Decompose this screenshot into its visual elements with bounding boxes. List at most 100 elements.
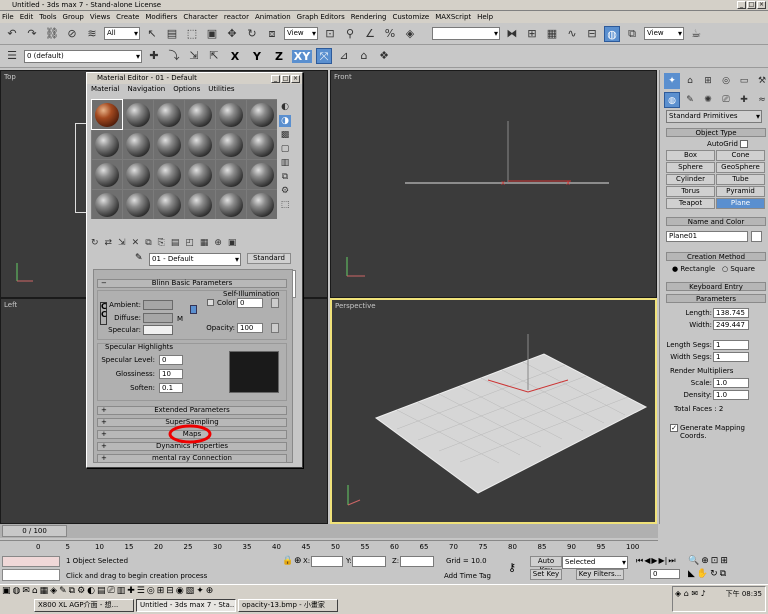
sample-slot[interactable] xyxy=(123,160,153,189)
key-filters-button[interactable]: Key Filters... xyxy=(576,569,624,580)
zoom-extents-all-icon[interactable]: ⊞ xyxy=(720,556,728,566)
ik-icon[interactable]: ⊿ xyxy=(336,48,352,64)
mirror-icon[interactable]: ⧓ xyxy=(504,26,520,42)
curve-editor-icon[interactable]: ∿ xyxy=(564,26,580,42)
sample-slot[interactable] xyxy=(185,130,215,159)
menu-tools[interactable]: Tools xyxy=(39,13,56,21)
quick-launch-icon[interactable]: ✉ xyxy=(22,586,30,596)
next-frame-icon[interactable]: ▶| xyxy=(659,556,668,566)
percent-snap-icon[interactable]: % xyxy=(382,26,398,42)
material-editor-window[interactable]: Material Editor - 01 - Default _ □ × Mat… xyxy=(86,72,303,468)
menu-file[interactable]: File xyxy=(2,13,14,21)
lights-icon[interactable]: ✺ xyxy=(700,92,716,108)
viewport-front[interactable]: Front x x xyxy=(330,70,657,298)
autogrid-checkbox[interactable] xyxy=(740,140,748,148)
put-to-library-icon[interactable]: ▤ xyxy=(171,238,180,248)
quick-launch-icon[interactable]: ◎ xyxy=(147,586,155,596)
opacity-spinner[interactable]: 100 xyxy=(237,323,263,333)
close-button[interactable]: × xyxy=(757,1,766,9)
generate-mapping-checkbox[interactable]: ✓ xyxy=(670,424,678,432)
object-color-swatch[interactable] xyxy=(751,231,762,242)
absolute-mode-icon[interactable]: ⊕ xyxy=(294,556,302,566)
medit-menu-options[interactable]: Options xyxy=(173,85,200,95)
options-icon[interactable]: ⚙ xyxy=(279,185,291,197)
sample-slot[interactable] xyxy=(123,190,153,219)
quick-launch-icon[interactable]: ✦ xyxy=(196,586,204,596)
uv-tiling-icon[interactable]: ▢ xyxy=(279,143,291,155)
quick-render-icon[interactable]: ☕ xyxy=(688,26,704,42)
set-key-button[interactable]: Set Key xyxy=(530,569,562,580)
quick-launch-icon[interactable]: ▦ xyxy=(40,586,49,596)
opacity-map-button[interactable] xyxy=(271,323,279,333)
set-current-layer-icon[interactable]: ⇱ xyxy=(206,48,222,64)
schematic-icon[interactable]: ⊟ xyxy=(584,26,600,42)
select-icon[interactable]: ↖ xyxy=(144,26,160,42)
align-icon[interactable]: ⊞ xyxy=(524,26,540,42)
selection-filter-dropdown[interactable]: All xyxy=(104,27,140,40)
blinn-basic-rollout[interactable]: − Blinn Basic Parameters xyxy=(97,279,287,288)
quick-launch-icon[interactable]: ⎚ xyxy=(108,586,115,596)
quick-launch-icon[interactable]: ☰ xyxy=(137,586,145,596)
scale-icon[interactable]: ⧈ xyxy=(264,26,280,42)
medit-maximize-button[interactable]: □ xyxy=(281,75,290,83)
video-color-check-icon[interactable]: ▥ xyxy=(279,157,291,169)
link-icon[interactable]: ⛓ xyxy=(44,26,60,42)
show-end-result-icon[interactable]: ⊕ xyxy=(214,238,222,248)
track-bar[interactable]: 0 5 10 15 20 25 30 35 40 45 50 55 60 65 70 75 80 85 90 95 10… xyxy=(0,540,658,554)
object-name-field[interactable]: Plane01 xyxy=(666,231,748,242)
layer-dropdown[interactable]: 0 (default) xyxy=(24,49,142,63)
menu-help[interactable]: Help xyxy=(477,13,493,21)
menu-reactor[interactable]: reactor xyxy=(224,13,249,21)
material-effects-icon[interactable]: ◰ xyxy=(185,238,194,248)
sample-slot[interactable] xyxy=(216,190,246,219)
quick-launch-icon[interactable]: ◉ xyxy=(176,586,184,596)
show-map-icon[interactable]: ▦ xyxy=(200,238,209,248)
menu-modifiers[interactable]: Modifiers xyxy=(145,13,177,21)
tube-button[interactable]: Tube xyxy=(716,174,765,185)
select-by-material-icon[interactable]: ⬚ xyxy=(279,199,291,211)
taskbar-item[interactable]: X800 XL AGP介面 - 想... xyxy=(34,599,134,612)
sample-slot[interactable] xyxy=(92,130,122,159)
time-slider[interactable]: 0 / 100 xyxy=(2,525,67,537)
maximize-viewport-icon[interactable]: ⧉ xyxy=(720,569,726,579)
box-button[interactable]: Box xyxy=(666,150,715,161)
bind-space-warp-icon[interactable]: ≋ xyxy=(84,26,100,42)
shapes-icon[interactable]: ✎ xyxy=(682,92,698,108)
diffuse-map-button[interactable]: M xyxy=(177,315,183,323)
soften-spinner[interactable]: 0.1 xyxy=(159,383,183,393)
spinner-snap-icon[interactable]: ◈ xyxy=(402,26,418,42)
parameters-rollout[interactable]: Parameters xyxy=(666,294,766,303)
extended-parameters-rollout[interactable]: + Extended Parameters xyxy=(97,406,287,415)
select-by-name-icon[interactable]: ▤ xyxy=(164,26,180,42)
get-material-icon[interactable]: ↻ xyxy=(91,238,99,248)
create-layer-icon[interactable]: ✚ xyxy=(146,48,162,64)
sample-slot[interactable] xyxy=(247,130,277,159)
cylinder-button[interactable]: Cylinder xyxy=(666,174,715,185)
plane-button[interactable]: Plane xyxy=(716,198,765,209)
zoom-all-icon[interactable]: ⊕ xyxy=(701,556,709,566)
quick-launch-icon[interactable]: ◈ xyxy=(50,586,57,596)
medit-menu-navigation[interactable]: Navigation xyxy=(127,85,165,95)
window-crossing-icon[interactable]: ▣ xyxy=(204,26,220,42)
axis-x-button[interactable]: X xyxy=(226,50,244,63)
background-icon[interactable]: ▩ xyxy=(279,129,291,141)
pivot-icon[interactable]: ⊡ xyxy=(322,26,338,42)
quick-launch-icon[interactable]: ✚ xyxy=(127,586,135,596)
self-illum-spinner[interactable]: 0 xyxy=(237,298,263,308)
x-coord-field[interactable] xyxy=(311,556,343,567)
add-to-layer-icon[interactable]: ⤵ xyxy=(166,48,182,64)
quick-launch-icon[interactable]: ✎ xyxy=(59,586,67,596)
backlight-icon[interactable]: ◑ xyxy=(279,115,291,127)
axis-constraint-icon[interactable]: ⤧ xyxy=(316,48,332,64)
medit-menu-utilities[interactable]: Utilities xyxy=(208,85,234,95)
sphere-button[interactable]: Sphere xyxy=(666,162,715,173)
teapot-button[interactable]: Teapot xyxy=(666,198,715,209)
quick-launch-icon[interactable]: ▤ xyxy=(97,586,106,596)
put-to-scene-icon[interactable]: ⇄ xyxy=(105,238,113,248)
axis-xy-button[interactable]: XY xyxy=(292,49,312,63)
primitive-type-dropdown[interactable]: Standard Primitives xyxy=(666,110,762,123)
taskbar-item-active[interactable]: Untitled - 3ds max 7 - Sta... xyxy=(136,599,236,612)
copy-material-icon[interactable]: ⧉ xyxy=(145,238,151,248)
sample-slot[interactable] xyxy=(154,130,184,159)
menu-character[interactable]: Character xyxy=(183,13,218,21)
